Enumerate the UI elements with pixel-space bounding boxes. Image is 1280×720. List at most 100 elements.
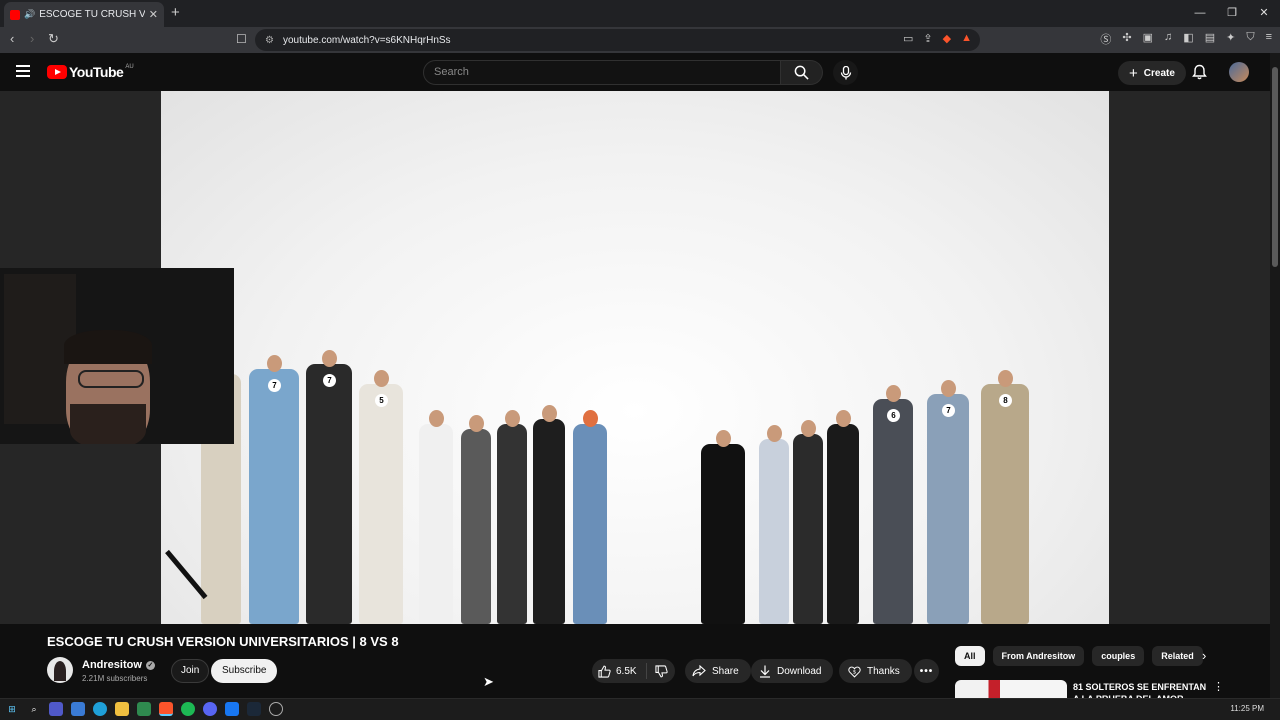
create-button[interactable]: + Create xyxy=(1118,61,1186,85)
forward-icon[interactable]: › xyxy=(30,31,34,46)
chip-from-channel[interactable]: From Andresitow xyxy=(992,646,1085,666)
new-tab-button[interactable]: + xyxy=(171,4,180,21)
channel-name-row[interactable]: Andresitow ✓ xyxy=(82,659,155,671)
host-figure xyxy=(701,430,745,624)
cast-icon[interactable]: ▭ xyxy=(903,32,913,45)
number-tag: 7 xyxy=(942,404,955,417)
browser-toolbar: ‹ › ↻ ⚙ youtube.com/watch?v=s6KNHqrHnSs … xyxy=(0,27,1280,53)
contestant-head xyxy=(836,410,851,427)
chips-next-chevron-icon[interactable]: › xyxy=(1202,648,1206,663)
windows-start-icon[interactable]: ⊞ xyxy=(5,702,19,716)
page-scrollbar[interactable] xyxy=(1270,53,1280,698)
chip-related[interactable]: Related xyxy=(1152,646,1203,666)
contestant-head xyxy=(374,370,389,387)
store-icon[interactable] xyxy=(137,702,151,716)
taskbar-search-icon[interactable]: ⌕ xyxy=(27,702,41,716)
address-bar[interactable]: ⚙ youtube.com/watch?v=s6KNHqrHnSs ▭ ⇪ ◆ … xyxy=(255,29,980,51)
host-head xyxy=(716,430,731,447)
copilot-icon[interactable] xyxy=(71,702,85,716)
verified-check-icon: ✓ xyxy=(145,660,155,670)
search-input[interactable]: Search xyxy=(423,60,781,85)
taskbar-clock[interactable]: 11:25 PM xyxy=(1230,704,1264,713)
contestant-figure xyxy=(793,420,823,624)
channel-name[interactable]: Andresitow xyxy=(82,659,142,671)
subscriber-count: 2.21M subscribers xyxy=(82,674,148,683)
wallet-icon[interactable]: ▤ xyxy=(1205,31,1215,47)
related-video-thumbnail[interactable] xyxy=(955,680,1067,698)
channel-avatar[interactable] xyxy=(47,657,73,683)
close-window-button[interactable]: ✕ xyxy=(1248,0,1280,27)
reload-icon[interactable]: ↻ xyxy=(48,31,59,47)
subscribe-button[interactable]: Subscribe xyxy=(211,659,278,683)
like-dislike-group: 6.5K xyxy=(592,659,675,683)
discord-icon[interactable] xyxy=(203,702,217,716)
file-explorer-icon[interactable] xyxy=(115,702,129,716)
teams-icon[interactable] xyxy=(49,702,63,716)
country-code: AU xyxy=(125,64,134,70)
speaker-icon[interactable]: 🔊 xyxy=(24,9,35,20)
hamburger-menu-icon[interactable] xyxy=(16,65,30,77)
spotify-icon[interactable] xyxy=(181,702,195,716)
media-icon[interactable]: ♫ xyxy=(1164,31,1172,47)
sidebar-icon[interactable]: ◧ xyxy=(1183,31,1193,47)
download-button[interactable]: Download xyxy=(751,659,834,683)
window-controls: — ❐ ✕ xyxy=(1184,0,1280,27)
brave-shields-icon[interactable]: ◆ xyxy=(943,32,951,45)
contestant-figure: 7 xyxy=(927,380,969,624)
app-icon[interactable] xyxy=(225,702,239,716)
site-info-icon[interactable]: ⚙ xyxy=(265,35,274,46)
super-thanks-icon: $ xyxy=(848,666,861,678)
steam-icon[interactable] xyxy=(247,702,261,716)
share-page-icon[interactable]: ⇪ xyxy=(923,32,932,45)
scrollbar-thumb[interactable] xyxy=(1272,67,1278,267)
youtube-logo[interactable]: YouTube AU xyxy=(47,64,134,80)
like-button[interactable]: 6.5K xyxy=(592,663,647,679)
contestant-head xyxy=(542,405,557,422)
related-video-menu-icon[interactable]: ⋮ xyxy=(1213,680,1224,693)
search-icon xyxy=(794,65,809,80)
leo-ai-icon[interactable]: ✦ xyxy=(1226,31,1235,47)
contestant-head xyxy=(322,350,337,367)
search-button[interactable] xyxy=(781,60,823,85)
minimize-button[interactable]: — xyxy=(1184,0,1216,27)
browser-tabstrip: 🔊 ESCOGE TU CRUSH VERSION ✕ + — ❐ ✕ xyxy=(0,0,1280,27)
more-actions-button[interactable]: ••• xyxy=(914,659,939,683)
bookmark-icon[interactable]: ☐ xyxy=(236,32,247,46)
menu-icon[interactable]: ≡ xyxy=(1266,31,1272,47)
notifications-bell-icon[interactable] xyxy=(1192,64,1207,80)
tab-close-button[interactable]: ✕ xyxy=(149,8,158,21)
dislike-button[interactable] xyxy=(647,664,668,678)
contestant-figure xyxy=(497,410,527,624)
youtube-favicon-icon xyxy=(10,9,20,20)
extension-s-icon[interactable]: Ⓢ xyxy=(1100,31,1111,47)
contestant-figure: 7 xyxy=(306,350,352,624)
join-button[interactable]: Join xyxy=(171,659,210,683)
like-count: 6.5K xyxy=(616,665,637,677)
chip-couples[interactable]: couples xyxy=(1092,646,1145,666)
restore-button[interactable]: ❐ xyxy=(1216,0,1248,27)
number-tag: 6 xyxy=(887,409,900,422)
svg-text:$: $ xyxy=(853,669,857,675)
contestant-figure xyxy=(573,410,607,624)
vpn-icon[interactable]: ⛉ xyxy=(1246,31,1254,47)
number-tag: 8 xyxy=(999,394,1012,407)
contestant-head xyxy=(941,380,956,397)
edge-icon[interactable] xyxy=(93,702,107,716)
account-avatar[interactable] xyxy=(1229,62,1249,82)
thumbs-up-icon xyxy=(598,665,611,678)
related-video-title[interactable]: 81 SOLTEROS SE ENFRENTAN A LA PRUEBA DEL… xyxy=(1073,681,1213,698)
brave-browser-icon[interactable] xyxy=(159,702,173,716)
share-button[interactable]: Share xyxy=(685,659,751,683)
browser-tab-active[interactable]: 🔊 ESCOGE TU CRUSH VERSION ✕ xyxy=(4,2,164,27)
voice-search-button[interactable] xyxy=(833,60,858,85)
brave-rewards-icon[interactable]: ▲ xyxy=(961,32,972,45)
thanks-button[interactable]: $ Thanks xyxy=(839,659,912,683)
contestant-figure: 8 xyxy=(981,370,1029,624)
extensions-puzzle-icon[interactable]: ✣ xyxy=(1122,31,1131,47)
back-icon[interactable]: ‹ xyxy=(10,31,14,46)
video-player[interactable]: 7 7 5 6 7 8 xyxy=(161,91,1109,624)
contestant-figure xyxy=(533,405,565,624)
extension-box-icon[interactable]: ▣ xyxy=(1143,31,1153,47)
chip-all[interactable]: All xyxy=(955,646,985,666)
obs-icon[interactable] xyxy=(269,702,283,716)
